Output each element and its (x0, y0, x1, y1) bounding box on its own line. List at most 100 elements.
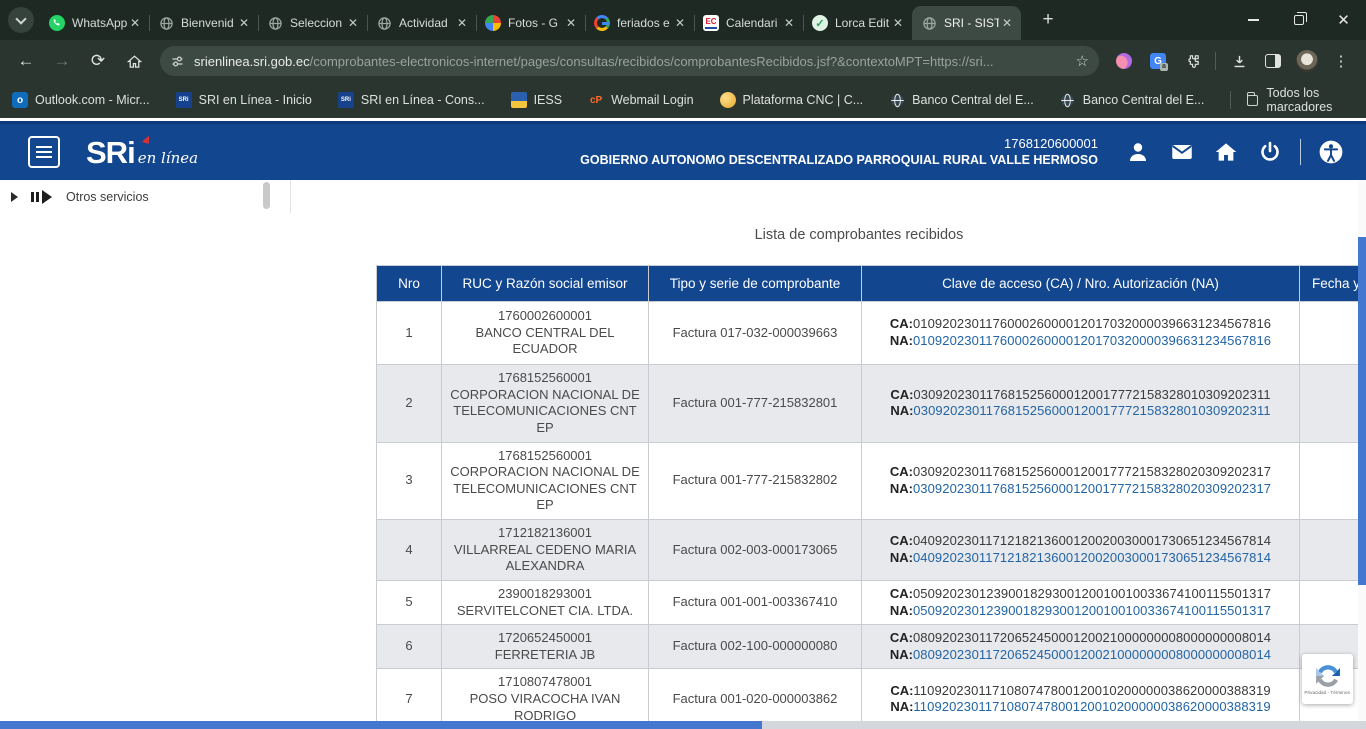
sidebar-scrollbar-thumb[interactable] (263, 182, 270, 209)
na-link[interactable]: 0809202301172065245000120021000000008000… (913, 647, 1271, 662)
header-right: 1768120600001 GOBIERNO AUTONOMO DESCENTR… (580, 136, 1366, 168)
cell-tipo: Factura 001-777-215832802 (649, 442, 862, 520)
menu-hamburger-button[interactable] (28, 136, 60, 168)
home-sri-button[interactable] (1213, 139, 1239, 165)
na-link[interactable]: 0409202301171218213600120020030001730651… (913, 550, 1271, 565)
side-panel-icon[interactable] (1259, 47, 1287, 75)
mail-button[interactable] (1169, 139, 1195, 165)
tab-close-icon[interactable]: ✕ (781, 15, 797, 31)
na-label: NA: (890, 699, 913, 714)
taxpayer-identity: 1768120600001 GOBIERNO AUTONOMO DESCENTR… (580, 136, 1098, 168)
sri-logo[interactable]: SRi en línea (86, 137, 198, 168)
sidebar-item-otros-servicios[interactable]: Otros servicios (66, 190, 149, 204)
bookmark-webmail[interactable]: cP Webmail Login (588, 92, 693, 108)
ca-value: 1109202301171080747800120010200000038620… (913, 683, 1270, 698)
extensions-puzzle-icon[interactable] (1178, 47, 1206, 75)
bookmark-outlook[interactable]: o Outlook.com - Micr... (12, 92, 150, 108)
accessibility-button[interactable] (1318, 139, 1344, 165)
na-link[interactable]: 1109202301171080747800120010200000038620… (913, 699, 1270, 714)
tab-bienvenido[interactable]: Bienvenid ✕ (149, 6, 258, 40)
close-window-button[interactable]: ✕ (1321, 0, 1366, 40)
cell-tipo: Factura 002-100-000000080 (649, 625, 862, 669)
vertical-scrollbar[interactable] (1358, 180, 1366, 721)
all-bookmarks[interactable]: Todos los marcadores (1230, 86, 1354, 114)
horizontal-scrollbar[interactable] (0, 721, 1366, 729)
expand-arrow-icon[interactable] (11, 192, 18, 202)
table-row: 6 1720652450001FERRETERIA JB Factura 002… (377, 625, 1366, 669)
tab-label: Seleccion (290, 16, 345, 30)
tab-actividad[interactable]: Actividad ✕ (367, 6, 476, 40)
tab-close-icon[interactable]: ✕ (563, 15, 579, 31)
ca-value: 0409202301171218213600120020030001730651… (913, 533, 1271, 548)
horizontal-scrollbar-thumb[interactable] (0, 721, 762, 729)
translate-icon[interactable]: G (1144, 47, 1172, 75)
bookmark-cnc[interactable]: Plataforma CNC | C... (720, 92, 864, 108)
tab-whatsapp[interactable]: WhatsApp ✕ (40, 6, 149, 40)
reload-button[interactable]: ⟳ (83, 46, 113, 76)
bookmark-iess[interactable]: IESS (511, 92, 563, 108)
na-label: NA: (890, 333, 913, 348)
cell-clave: CA:0109202301176000260000120170320000396… (862, 302, 1300, 365)
cell-emisor: 1712182136001VILLARREAL CEDENO MARIA ALE… (442, 520, 649, 581)
back-button[interactable]: ← (11, 46, 41, 76)
tab-close-icon[interactable]: ✕ (890, 15, 906, 31)
power-icon (1258, 140, 1282, 164)
table-row: 2 1768152560001CORPORACION NACIONAL DE T… (377, 365, 1366, 443)
tab-close-icon[interactable]: ✕ (454, 15, 470, 31)
tab-close-icon[interactable]: ✕ (345, 15, 361, 31)
forward-button[interactable]: → (47, 46, 77, 76)
tab-close-icon[interactable]: ✕ (127, 15, 143, 31)
profile-avatar[interactable] (1293, 47, 1321, 75)
bookmark-star-icon[interactable]: ☆ (1076, 52, 1089, 70)
tab-calendario[interactable]: EC Calendari ✕ (694, 6, 803, 40)
recaptcha-badge[interactable]: Privacidad - Términos (1302, 654, 1353, 704)
page-title: Lista de comprobantes recibidos (376, 227, 1342, 243)
emisor-name: CORPORACION NACIONAL DE TELECOMUNICACION… (446, 387, 644, 437)
tab-feriados[interactable]: feriados e ✕ (585, 6, 694, 40)
home-button[interactable] (119, 46, 149, 76)
browser-menu-icon[interactable]: ⋮ (1327, 47, 1355, 75)
na-link[interactable]: 0109202301176000260000120170320000396631… (913, 333, 1271, 348)
address-bar[interactable]: srienlinea.sri.gob.ec/comprobantes-elect… (160, 46, 1099, 76)
bookmark-bce-2[interactable]: Banco Central del E... (1060, 92, 1205, 108)
tab-close-icon[interactable]: ✕ (672, 15, 688, 31)
tab-close-icon[interactable]: ✕ (999, 15, 1015, 31)
table-row: 4 1712182136001VILLARREAL CEDENO MARIA A… (377, 520, 1366, 581)
vertical-scrollbar-thumb[interactable] (1358, 237, 1366, 585)
downloads-icon[interactable] (1225, 47, 1253, 75)
tab-seleccione[interactable]: Seleccion ✕ (258, 6, 367, 40)
cell-emisor: 1768152560001CORPORACION NACIONAL DE TEL… (442, 442, 649, 520)
tab-close-icon[interactable]: ✕ (236, 15, 252, 31)
logout-button[interactable] (1257, 139, 1283, 165)
restore-button[interactable] (1276, 0, 1321, 40)
ca-value: 0309202301176815256000120017772158328010… (913, 387, 1270, 402)
tab-sri-active[interactable]: SRI - SISTE ✕ (912, 6, 1021, 40)
cell-tipo: Factura 017-032-000039663 (649, 302, 862, 365)
iess-icon (511, 92, 527, 108)
new-tab-button[interactable]: + (1035, 7, 1061, 33)
bookmark-sri-consultas[interactable]: SRi SRI en Línea - Cons... (338, 92, 485, 108)
recaptcha-terms-label[interactable]: Privacidad - Términos (1305, 690, 1350, 695)
bookmark-sri-inicio[interactable]: SRi SRI en Línea - Inicio (176, 92, 312, 108)
extension-pink-icon[interactable] (1110, 47, 1138, 75)
emisor-ruc: 1720652450001 (446, 630, 644, 647)
site-settings-icon[interactable] (170, 54, 185, 69)
na-label: NA: (890, 403, 913, 418)
cell-fecha: 05/ (1300, 580, 1366, 624)
minimize-button[interactable] (1231, 0, 1276, 40)
cell-clave: CA:0309202301176815256000120017772158328… (862, 365, 1300, 443)
bookmark-label: SRI en Línea - Cons... (361, 93, 485, 107)
user-button[interactable] (1125, 139, 1151, 165)
cell-emisor: 2390018293001SERVITELCONET CIA. LTDA. (442, 580, 649, 624)
cell-nro: 5 (377, 580, 442, 624)
tab-search-button[interactable] (8, 7, 34, 33)
na-link[interactable]: 0509202301239001829300120010010033674100… (913, 603, 1271, 618)
tab-label: Calendari (726, 16, 781, 30)
ec-calendar-icon: EC (703, 15, 719, 31)
cnc-icon (720, 92, 736, 108)
na-link[interactable]: 0309202301176815256000120017772158328020… (913, 481, 1271, 496)
tab-lorca[interactable]: ✓ Lorca Edit ✕ (803, 6, 912, 40)
na-link[interactable]: 0309202301176815256000120017772158328010… (913, 403, 1270, 418)
tab-fotos[interactable]: Fotos - G ✕ (476, 6, 585, 40)
bookmark-bce-1[interactable]: Banco Central del E... (889, 92, 1034, 108)
